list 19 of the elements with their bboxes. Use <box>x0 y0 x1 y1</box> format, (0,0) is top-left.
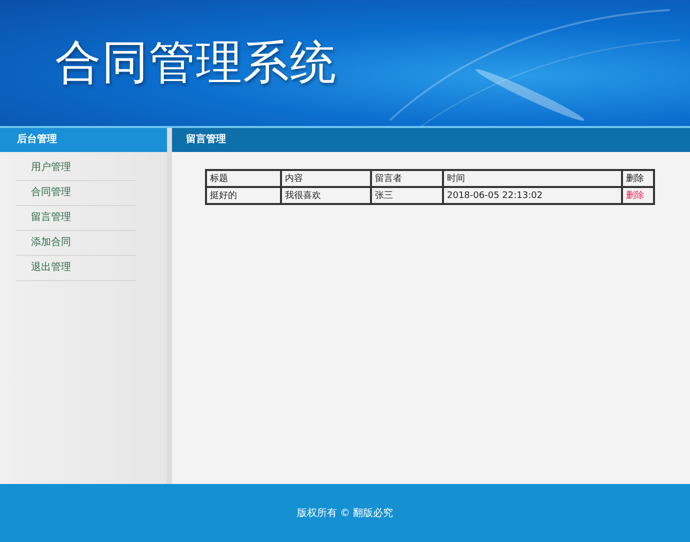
table-header-cell: 标题 <box>206 170 281 187</box>
table-header-cell: 删除 <box>622 170 654 187</box>
sidebar-menu-item[interactable]: 用户管理 <box>16 156 136 181</box>
table-cell: 我很喜欢 <box>281 187 371 204</box>
sidebar-menu-item[interactable]: 添加合同 <box>16 231 136 256</box>
sidebar-menu-item[interactable]: 合同管理 <box>16 181 136 206</box>
sidebar-menu-item[interactable]: 留言管理 <box>16 206 136 231</box>
copyright-text: 版权所有 © 翻版必究 <box>296 506 394 520</box>
table-header-cell: 留言者 <box>371 170 443 187</box>
table-cell: 2018-06-05 22:13:02 <box>443 187 622 204</box>
sidebar-menu-item[interactable]: 退出管理 <box>16 256 136 281</box>
table-header-cell: 内容 <box>281 170 371 187</box>
sidebar-heading: 后台管理 <box>0 128 167 152</box>
section-heading: 留言管理 <box>172 128 690 152</box>
app-title: 合同管理系统 <box>55 34 337 91</box>
table-cell: 张三 <box>371 187 443 204</box>
table-cell: 挺好的 <box>206 187 281 204</box>
table-header-cell: 时间 <box>443 170 622 187</box>
delete-link[interactable]: 删除 <box>626 191 644 201</box>
